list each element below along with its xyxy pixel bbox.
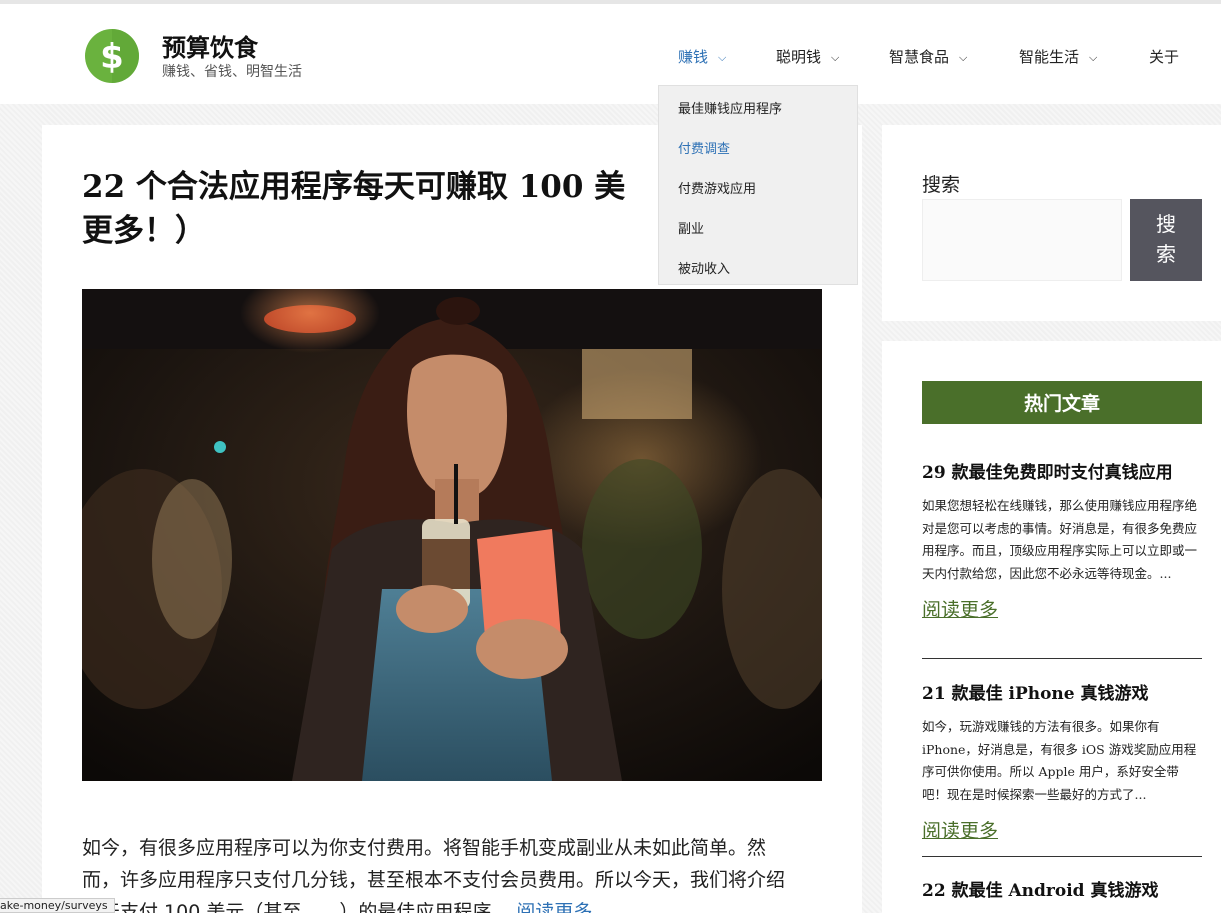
search-button-label: 搜索 <box>1156 214 1176 266</box>
popular-post-excerpt: 如今，玩游戏赚钱的方法有很多。如果你有 iPhone，好消息是，有很多 iOS … <box>922 719 1197 802</box>
article-intro-paragraph: 如今，有很多应用程序可以为你支付费用。将智能手机变成副业从未如此简单。然 而，许… <box>82 832 827 913</box>
nav-item-about[interactable]: 关于 <box>1149 46 1179 67</box>
site-tagline: 赚钱、省钱、明智生活 <box>162 64 302 80</box>
nav-item-smart-money[interactable]: 聪明钱 ⌵ <box>776 46 839 67</box>
article-intro-text: 每天支付 100 美元（甚至……）的最佳应用程序。 <box>82 901 511 913</box>
search-label: 搜索 <box>922 174 961 196</box>
nav-item-label: 聪明钱 <box>776 48 822 66</box>
chevron-down-icon: ⌵ <box>959 51 968 64</box>
logo-dollar-glyph: $ <box>100 37 124 77</box>
popular-post-title[interactable]: 22 款最佳 Android 真钱游戏 <box>922 876 1202 901</box>
post-divider <box>922 658 1202 659</box>
dropdown-item-best-apps[interactable]: 最佳赚钱应用程序 <box>678 98 782 117</box>
chevron-down-icon: ⌵ <box>1089 51 1098 64</box>
dropdown-item-paid-games[interactable]: 付费游戏应用 <box>678 178 756 197</box>
popular-post-title[interactable]: 29 款最佳免费即时支付真钱应用 <box>922 458 1202 483</box>
browser-status-url: ake-money/surveys <box>0 898 115 913</box>
nav-item-smart-food[interactable]: 智慧食品 ⌵ <box>889 46 967 67</box>
dropdown-item-passive-income[interactable]: 被动收入 <box>678 258 730 277</box>
popular-post: 29 款最佳免费即时支付真钱应用 如果您想轻松在线赚钱，那么使用赚钱应用程序绝对… <box>922 458 1202 622</box>
article-intro-line: 如今，有很多应用程序可以为你支付费用。将智能手机变成副业从未如此简单。然 <box>82 837 767 859</box>
article-read-more-link[interactable]: 阅读更多 <box>516 901 592 913</box>
site-title[interactable]: 预算饮食 <box>162 28 258 63</box>
popular-post: 22 款最佳 Android 真钱游戏 <box>922 876 1202 901</box>
popular-posts-heading: 热门文章 <box>922 381 1202 424</box>
hero-image[interactable] <box>82 289 822 781</box>
article-title-line: 更多！） <box>82 213 206 249</box>
nav-item-label: 智慧食品 <box>889 48 950 66</box>
site-header: $ 预算饮食 赚钱、省钱、明智生活 赚钱 ⌵ 聪明钱 ⌵ 智慧食品 ⌵ 智能生活 ⌵ 关… <box>0 4 1221 104</box>
article-title-line: 22 个合法应用程序每天可赚取 100 美 <box>82 169 626 205</box>
nav-item-label: 智能生活 <box>1019 48 1080 66</box>
nav-dropdown-menu: 最佳赚钱应用程序 付费调查 付费游戏应用 副业 被动收入 <box>658 85 858 285</box>
popular-post-read-more-link[interactable]: 阅读更多 <box>922 595 1202 622</box>
search-button[interactable]: 搜索 <box>1130 199 1202 281</box>
nav-item-make-money[interactable]: 赚钱 ⌵ <box>678 46 726 67</box>
chevron-down-icon: ⌵ <box>831 51 840 64</box>
dropdown-item-side-hustle[interactable]: 副业 <box>678 218 704 237</box>
post-divider <box>922 856 1202 857</box>
nav-item-label: 赚钱 <box>678 48 709 66</box>
nav-item-label: 关于 <box>1149 48 1180 66</box>
chevron-down-icon: ⌵ <box>718 51 727 64</box>
popular-post: 21 款最佳 iPhone 真钱游戏 如今，玩游戏赚钱的方法有很多。如果你有 i… <box>922 679 1202 843</box>
article-intro-line: 而，许多应用程序只支付几分钱，甚至根本不支付会员费用。所以今天，我们将介绍 <box>82 869 786 891</box>
popular-post-excerpt: 如果您想轻松在线赚钱，那么使用赚钱应用程序绝对是您可以考虑的事情。好消息是，有很… <box>922 498 1198 581</box>
popular-post-read-more-link[interactable]: 阅读更多 <box>922 816 1202 843</box>
nav-item-smart-living[interactable]: 智能生活 ⌵ <box>1019 46 1097 67</box>
article-intro-line: 每天支付 100 美元（甚至……）的最佳应用程序。 阅读更多 <box>82 896 827 913</box>
popular-post-title[interactable]: 21 款最佳 iPhone 真钱游戏 <box>922 679 1202 704</box>
dropdown-item-paid-surveys[interactable]: 付费调查 <box>678 138 730 157</box>
popular-posts-widget: 热门文章 29 款最佳免费即时支付真钱应用 如果您想轻松在线赚钱，那么使用赚钱应… <box>882 341 1221 913</box>
dollar-logo-icon[interactable]: $ <box>84 28 140 84</box>
search-widget: 搜索 搜索 <box>882 125 1221 321</box>
search-input[interactable] <box>922 199 1122 281</box>
